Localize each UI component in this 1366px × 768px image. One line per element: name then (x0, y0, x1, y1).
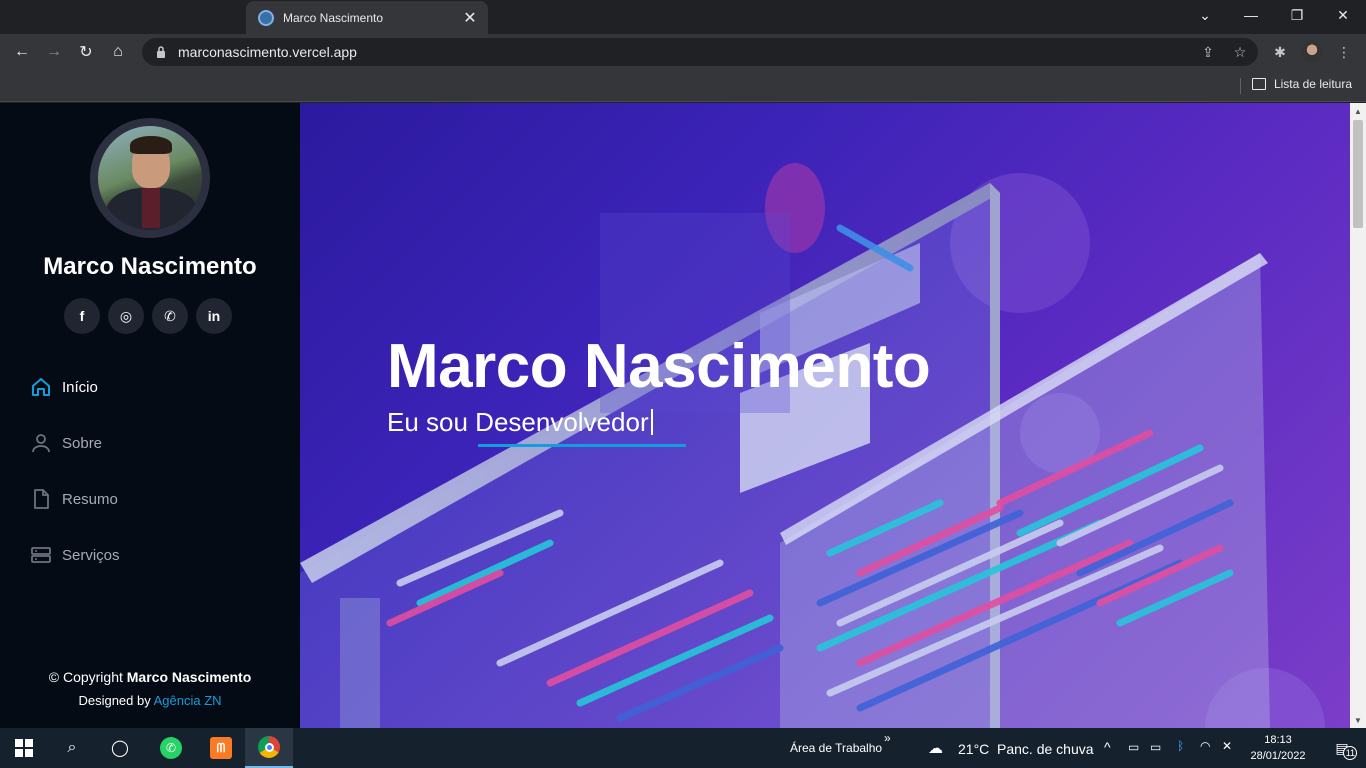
minimize-button[interactable]: — (1228, 0, 1274, 30)
bookmark-star-icon[interactable]: ☆ (1230, 42, 1250, 62)
file-icon (30, 488, 52, 510)
page-scrollbar[interactable]: ▲ ▼ (1350, 103, 1366, 728)
tab-search-icon[interactable]: ⌄ (1182, 0, 1228, 30)
tray-chevron-icon[interactable]: ^ (1104, 739, 1111, 755)
browser-titlebar: Marco Nascimento ✕ ⌄ — ❐ ✕ (0, 0, 1366, 34)
menu-kebab-icon[interactable]: ⋮ (1334, 42, 1354, 62)
nav-label: Início (62, 378, 98, 396)
nav-item-resumo[interactable]: Resumo (30, 471, 120, 527)
reload-icon[interactable]: ↻ (72, 38, 100, 66)
browser-toolbar: ← → ↻ ⌂ marconascimento.vercel.app ⇪ ☆ ✱… (0, 34, 1366, 70)
forward-icon[interactable]: → (40, 38, 68, 66)
weather-cloud-icon[interactable]: ☁ (928, 739, 943, 757)
hero-section: Marco Nascimento Eu sou Desenvolvedor (300, 103, 1350, 728)
whatsapp-app-icon[interactable]: ✆ (147, 728, 195, 768)
back-icon[interactable]: ← (8, 38, 36, 66)
profile-photo (90, 118, 210, 238)
chrome-app-icon[interactable] (245, 728, 293, 768)
reading-list-label: Lista de leitura (1273, 77, 1352, 91)
browser-tab[interactable]: Marco Nascimento ✕ (246, 1, 488, 34)
copyright-prefix: © Copyright (48, 669, 127, 685)
hero-underline (478, 444, 686, 447)
nav-label: Serviços (62, 546, 120, 564)
volume-muted-icon[interactable]: ✕ (1222, 739, 1232, 753)
lock-icon (154, 45, 168, 59)
clock-date: 28/01/2022 (1250, 750, 1306, 762)
copyright-line: © Copyright Marco Nascimento (0, 669, 300, 685)
xampp-app-icon[interactable]: ᗰ (197, 728, 245, 768)
sidebar: Marco Nascimento f ◎ ✆ in Início Sobre R… (0, 103, 300, 728)
typing-cursor (650, 409, 653, 435)
agency-link[interactable]: Agência ZN (154, 693, 222, 708)
nav-item-inicio[interactable]: Início (30, 359, 120, 415)
reading-list-button[interactable]: Lista de leitura (1251, 77, 1352, 91)
page-viewport: Marco Nascimento f ◎ ✆ in Início Sobre R… (0, 103, 1366, 728)
bluetooth-icon[interactable]: ᛒ (1177, 739, 1184, 753)
start-button[interactable] (0, 728, 48, 768)
restore-button[interactable]: ❐ (1274, 0, 1320, 30)
tab-close-icon[interactable]: ✕ (462, 8, 478, 28)
notification-count: 11 (1343, 745, 1358, 760)
profile-avatar[interactable] (1301, 41, 1323, 63)
site-favicon-icon (258, 9, 274, 26)
nav-item-servicos[interactable]: Serviços (30, 527, 120, 583)
wifi-icon[interactable]: ◠ (1200, 739, 1210, 753)
hero-subtitle-text: Eu sou Desenvolvedor (387, 407, 649, 437)
bookmarks-separator (1240, 78, 1241, 94)
weather-temp[interactable]: 21°C (958, 741, 989, 757)
weather-text[interactable]: Panc. de chuva (997, 741, 1094, 757)
nav-label: Resumo (62, 490, 118, 508)
linkedin-icon[interactable]: in (196, 298, 232, 334)
clock-time: 18:13 (1264, 734, 1292, 746)
home-icon (30, 376, 52, 398)
home-button-icon[interactable]: ⌂ (104, 38, 132, 66)
address-bar[interactable]: marconascimento.vercel.app (142, 38, 1258, 66)
reading-list-icon (1251, 78, 1266, 90)
close-window-button[interactable]: ✕ (1320, 0, 1366, 30)
whatsapp-icon[interactable]: ✆ (152, 298, 188, 334)
scroll-down-icon[interactable]: ▼ (1350, 712, 1366, 728)
copyright-name: Marco Nascimento (126, 669, 252, 685)
share-icon[interactable]: ⇪ (1198, 42, 1218, 62)
scroll-thumb[interactable] (1353, 120, 1363, 228)
sidebar-footer: © Copyright Marco Nascimento Designed by… (0, 669, 300, 708)
system-clock[interactable]: 18:13 28/01/2022 (1248, 732, 1308, 764)
windows-taskbar: ⌕ ◯ ✆ ᗰ Área de Trabalho » ☁ 21°C Panc. … (0, 728, 1366, 768)
cortana-icon[interactable]: ◯ (96, 728, 144, 768)
notification-center-icon[interactable]: ▤ 11 (1318, 728, 1366, 768)
battery-icon[interactable]: ▭ (1150, 740, 1161, 754)
server-icon (30, 544, 52, 566)
user-icon (30, 432, 52, 454)
instagram-icon[interactable]: ◎ (108, 298, 144, 334)
sidebar-nav: Início Sobre Resumo Serviços (30, 359, 120, 583)
profile-name[interactable]: Marco Nascimento (0, 253, 300, 281)
toolbar-expand-icon[interactable]: » (884, 731, 891, 745)
nav-item-sobre[interactable]: Sobre (30, 415, 120, 471)
windows-logo-icon (15, 739, 33, 757)
nav-label: Sobre (62, 434, 103, 452)
meet-now-icon[interactable]: ▭ (1128, 740, 1139, 754)
search-icon[interactable]: ⌕ (48, 728, 96, 768)
url-text: marconascimento.vercel.app (178, 44, 357, 60)
credits-line: Designed by Agência ZN (0, 693, 300, 708)
scroll-up-icon[interactable]: ▲ (1350, 103, 1366, 119)
extensions-icon[interactable]: ✱ (1270, 42, 1290, 62)
social-links: f ◎ ✆ in (64, 298, 232, 334)
hero-title: Marco Nascimento (387, 332, 931, 401)
desktop-toolbar-label[interactable]: Área de Trabalho (790, 741, 882, 755)
bookmarks-bar: Lista de leitura (0, 70, 1366, 102)
tab-title: Marco Nascimento (283, 10, 384, 25)
facebook-icon[interactable]: f (64, 298, 100, 334)
designed-by-label: Designed by (78, 693, 154, 708)
hero-subtitle: Eu sou Desenvolvedor (387, 407, 653, 438)
